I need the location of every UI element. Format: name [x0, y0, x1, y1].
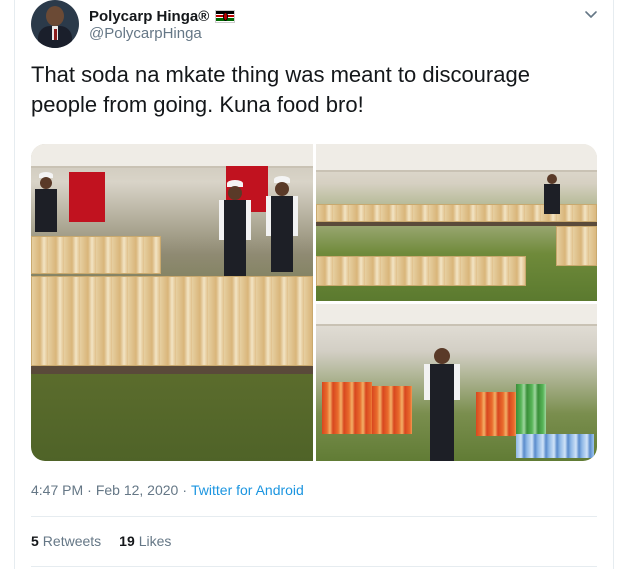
retweets-stat[interactable]: 5 Retweets — [31, 533, 101, 549]
table — [316, 222, 597, 226]
soda-crates — [516, 384, 546, 434]
divider — [31, 516, 597, 517]
separator-dot: · — [87, 482, 92, 498]
kenya-flag-icon — [215, 9, 236, 23]
chevron-down-icon[interactable] — [583, 6, 599, 22]
tweet-text: That soda na mkate thing was meant to di… — [31, 62, 530, 117]
avatar-head — [46, 6, 64, 26]
user-handle[interactable]: @PolycarpHinga — [89, 25, 202, 42]
likes-count: 19 — [119, 533, 135, 549]
tweet-source-link[interactable]: Twitter for Android — [191, 482, 304, 498]
photo-food-packs-with-staff[interactable] — [31, 144, 313, 461]
tent-canopy — [316, 304, 597, 326]
staff-person — [261, 176, 303, 272]
food-pack-stack — [556, 226, 597, 266]
staff-person — [420, 348, 464, 461]
likes-stat[interactable]: 19 Likes — [119, 533, 171, 549]
food-pack-stack — [31, 236, 161, 274]
tweet-metadata: 4:47 PM · Feb 12, 2020 · Twitter for And… — [31, 482, 304, 498]
photo-soda-stacks[interactable] — [316, 304, 597, 461]
staff-person — [33, 172, 59, 232]
soda-crates — [476, 392, 516, 436]
tent-canopy — [31, 144, 313, 168]
tweet-card: Polycarp Hinga® @PolycarpHinga That soda… — [14, 0, 614, 569]
retweets-count: 5 — [31, 533, 39, 549]
tent-canopy — [316, 144, 597, 172]
user-display-name[interactable]: Polycarp Hinga® — [89, 8, 209, 25]
likes-label: Likes — [138, 533, 172, 549]
cocacola-fridge — [69, 172, 105, 222]
tweet-time[interactable]: 4:47 PM — [31, 482, 83, 498]
tweet-date[interactable]: Feb 12, 2020 — [96, 482, 179, 498]
food-pack-stack — [316, 256, 526, 286]
water-bottles — [516, 434, 594, 458]
staff-person — [213, 180, 257, 276]
user-name-row[interactable]: Polycarp Hinga® — [89, 6, 236, 26]
staff-person — [542, 174, 562, 214]
tweet-stats: 5 Retweets 19 Likes — [31, 533, 189, 549]
tweet-media-grid — [31, 144, 597, 461]
food-pack-stack — [31, 276, 313, 366]
table — [31, 366, 313, 374]
avatar[interactable] — [31, 0, 79, 48]
divider — [31, 566, 597, 567]
avatar-tie — [53, 29, 57, 40]
separator-dot: · — [182, 482, 187, 498]
retweets-label: Retweets — [42, 533, 102, 549]
photo-food-tables[interactable] — [316, 144, 597, 301]
soda-crates — [372, 386, 412, 434]
soda-crates — [322, 382, 372, 434]
